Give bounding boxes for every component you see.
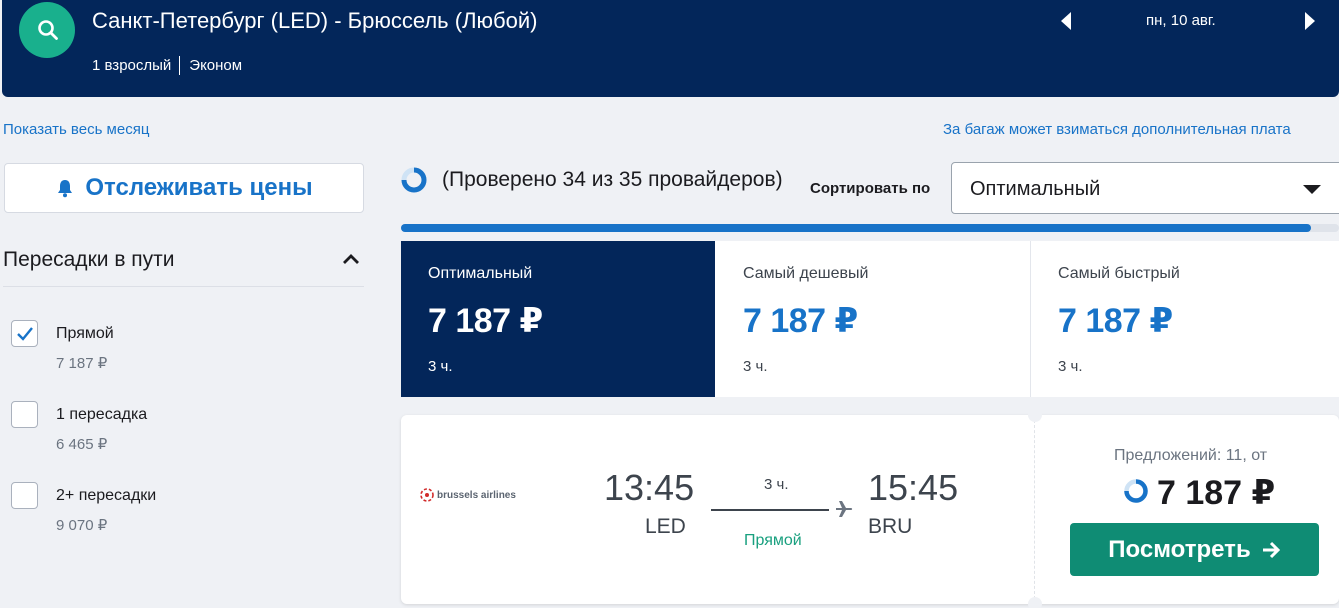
providers-checked-status: (Проверено 34 из 35 провайдеров) <box>442 168 783 191</box>
sort-dropdown[interactable]: Оптимальный <box>951 162 1339 214</box>
view-deal-button[interactable]: Посмотреть <box>1070 523 1319 576</box>
flight-result-card[interactable]: brussels airlines 13:45 LED 3 ч. Прямой … <box>401 408 1339 608</box>
tab-name: Самый быстрый <box>1058 265 1180 282</box>
cabin-class: Эконом <box>189 57 243 74</box>
checkbox-direct[interactable] <box>11 320 38 347</box>
sort-tabs: Оптимальный 7 187 ₽ 3 ч. Самый дешевый 7… <box>401 241 1339 397</box>
checkbox-two-plus[interactable] <box>11 482 38 509</box>
divider <box>3 286 364 287</box>
track-prices-label: Отслеживать цены <box>85 174 313 201</box>
arrow-right-icon <box>1262 541 1280 558</box>
sort-label: Сортировать по <box>810 180 931 197</box>
tab-price: 7 187 ₽ <box>1058 302 1173 340</box>
brussels-airlines-logo-icon <box>420 488 434 502</box>
option-label: 1 пересадка <box>56 406 148 423</box>
arrival-airport: BRU <box>868 515 913 538</box>
track-prices-button[interactable]: Отслеживать цены <box>4 163 364 213</box>
arrival-time: 15:45 <box>868 467 959 508</box>
option-price: 6 465 ₽ <box>56 436 108 453</box>
checkbox-one-stop[interactable] <box>11 401 38 428</box>
departure-time: 13:45 <box>604 467 695 508</box>
tab-price: 7 187 ₽ <box>428 302 543 340</box>
tab-price: 7 187 ₽ <box>743 302 858 340</box>
divider <box>1034 415 1035 604</box>
stops-filter-title[interactable]: Пересадки в пути <box>3 248 175 272</box>
search-header: Санкт-Петербург (LED) - Брюссель (Любой)… <box>2 0 1339 97</box>
airline-logo: brussels airlines <box>420 488 516 502</box>
search-button[interactable] <box>19 2 75 58</box>
chevron-up-icon[interactable] <box>342 252 360 266</box>
option-price: 7 187 ₽ <box>56 355 108 372</box>
next-date-icon[interactable] <box>1303 10 1317 32</box>
tab-name: Самый дешевый <box>743 265 869 282</box>
tab-duration: 3 ч. <box>1058 358 1083 375</box>
search-progress-fill <box>401 224 1311 232</box>
bell-icon <box>58 180 73 198</box>
view-deal-label: Посмотреть <box>1108 535 1251 563</box>
option-label: Прямой <box>56 325 114 342</box>
search-progress-bar <box>401 224 1339 232</box>
departure-airport: LED <box>645 515 686 538</box>
divider <box>179 56 181 75</box>
tab-optimal[interactable]: Оптимальный 7 187 ₽ 3 ч. <box>401 241 715 397</box>
route-title[interactable]: Санкт-Петербург (LED) - Брюссель (Любой) <box>92 8 537 34</box>
caret-down-icon <box>1303 185 1321 194</box>
tab-fastest[interactable]: Самый быстрый 7 187 ₽ 3 ч. <box>1031 241 1339 397</box>
option-price: 9 070 ₽ <box>56 517 108 534</box>
offers-count: Предложений: 11, от <box>1114 447 1268 464</box>
show-month-link[interactable]: Показать весь месяц <box>3 121 149 138</box>
airline-name: brussels airlines <box>437 489 516 501</box>
prev-date-icon[interactable] <box>1059 10 1073 32</box>
passenger-count: 1 взрослый <box>92 57 172 74</box>
tab-duration: 3 ч. <box>743 358 768 375</box>
result-price: 7 187 ₽ <box>1157 474 1276 512</box>
tab-cheapest[interactable]: Самый дешевый 7 187 ₽ 3 ч. <box>716 241 1030 397</box>
date-selector[interactable]: пн, 10 авг. <box>1146 12 1216 29</box>
tab-duration: 3 ч. <box>428 358 453 375</box>
stops-info: Прямой <box>744 532 802 549</box>
checkmark-icon <box>17 327 33 341</box>
loading-spinner-icon <box>401 167 427 193</box>
flight-line <box>711 509 829 511</box>
tab-name: Оптимальный <box>428 265 533 282</box>
option-label: 2+ пересадки <box>56 487 157 504</box>
passenger-summary[interactable]: 1 взрослый Эконом <box>92 56 242 75</box>
loading-spinner-icon <box>1124 479 1148 503</box>
ticket-notch <box>1028 597 1042 608</box>
baggage-fee-link[interactable]: За багаж может взиматься дополнительная … <box>943 121 1291 138</box>
plane-icon <box>836 501 853 517</box>
sort-selected-value: Оптимальный <box>970 178 1101 200</box>
flight-duration: 3 ч. <box>764 476 789 493</box>
ticket-notch <box>1028 408 1042 422</box>
search-icon <box>38 20 58 40</box>
